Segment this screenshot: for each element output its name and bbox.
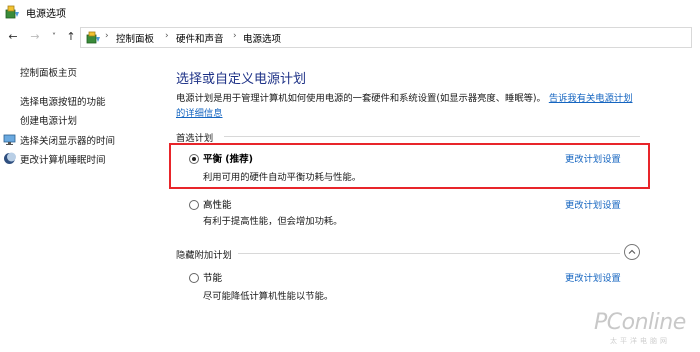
section-divider [224, 136, 640, 137]
plan-desc-high-performance: 有利于提高性能，但会增加功耗。 [203, 216, 343, 227]
section-divider [238, 253, 620, 254]
breadcrumb-separator-icon: › [233, 31, 237, 41]
window-title: 电源选项 [26, 9, 66, 20]
plan-radio-balanced[interactable] [189, 154, 199, 164]
description-text: 电源计划是用于管理计算机如何使用电源的一套硬件和系统设置(如显示器亮度、睡眠等)… [176, 93, 546, 104]
navigation-bar: ← → ˅ ↑ › 控制面板 › 硬件和声音 › 电源选项 [0, 26, 700, 50]
moon-icon [4, 152, 16, 164]
plan-radio-power-saver[interactable] [189, 273, 199, 283]
page-description: 电源计划是用于管理计算机如何使用电源的一套硬件和系统设置(如显示器亮度、睡眠等)… [176, 91, 641, 121]
monitor-icon [3, 134, 16, 145]
address-bar[interactable]: › 控制面板 › 硬件和声音 › 电源选项 [80, 27, 692, 48]
sidebar-item-create-plan[interactable]: 创建电源计划 [20, 113, 77, 127]
forward-arrow-icon[interactable]: → [28, 30, 42, 44]
power-options-icon [5, 5, 19, 19]
plan-name-balanced[interactable]: 平衡 (推荐) [203, 151, 253, 165]
control-panel-icon [86, 31, 100, 44]
plan-name-power-saver[interactable]: 节能 [203, 270, 222, 284]
plan-desc-power-saver: 尽可能降低计算机性能以节能。 [203, 291, 334, 302]
back-arrow-icon[interactable]: ← [6, 30, 20, 44]
sidebar-item-display-off[interactable]: 选择关闭显示器的时间 [20, 133, 115, 147]
plan-desc-balanced: 利用可用的硬件自动平衡功耗与性能。 [203, 172, 362, 183]
plan-radio-high-performance[interactable] [189, 200, 199, 210]
plan-name-high-performance[interactable]: 高性能 [203, 197, 232, 211]
breadcrumb-separator-icon: › [105, 31, 109, 41]
hidden-plans-heading: 隐藏附加计划 [176, 250, 232, 261]
change-plan-settings-high-performance[interactable]: 更改计划设置 [565, 197, 621, 211]
breadcrumb-power-options[interactable]: 电源选项 [243, 31, 281, 45]
breadcrumb-hardware-sound[interactable]: 硬件和声音 [176, 31, 224, 45]
change-plan-settings-balanced[interactable]: 更改计划设置 [565, 151, 621, 165]
page-title: 选择或自定义电源计划 [176, 72, 307, 87]
chevron-up-icon [628, 249, 636, 254]
breadcrumb-control-panel[interactable]: 控制面板 [116, 31, 154, 45]
up-arrow-icon[interactable]: ↑ [64, 30, 78, 44]
sidebar-item-control-panel-home[interactable]: 控制面板主页 [20, 65, 77, 79]
watermark-logo: PConline [594, 310, 686, 335]
chevron-down-icon[interactable]: ˅ [47, 30, 61, 44]
sidebar-item-sleep-time[interactable]: 更改计算机睡眠时间 [20, 152, 106, 166]
title-bar: 电源选项 [0, 0, 700, 24]
sidebar-item-power-button[interactable]: 选择电源按钮的功能 [20, 94, 106, 108]
breadcrumb-separator-icon: › [165, 31, 169, 41]
watermark-subtext: 太平洋电脑网 [610, 337, 670, 345]
preferred-plans-heading: 首选计划 [176, 133, 214, 144]
collapse-button[interactable] [624, 244, 640, 260]
change-plan-settings-power-saver[interactable]: 更改计划设置 [565, 270, 621, 284]
sidebar: 控制面板主页 选择电源按钮的功能 创建电源计划 选择关闭显示器的时间 更改计算机… [0, 56, 160, 352]
